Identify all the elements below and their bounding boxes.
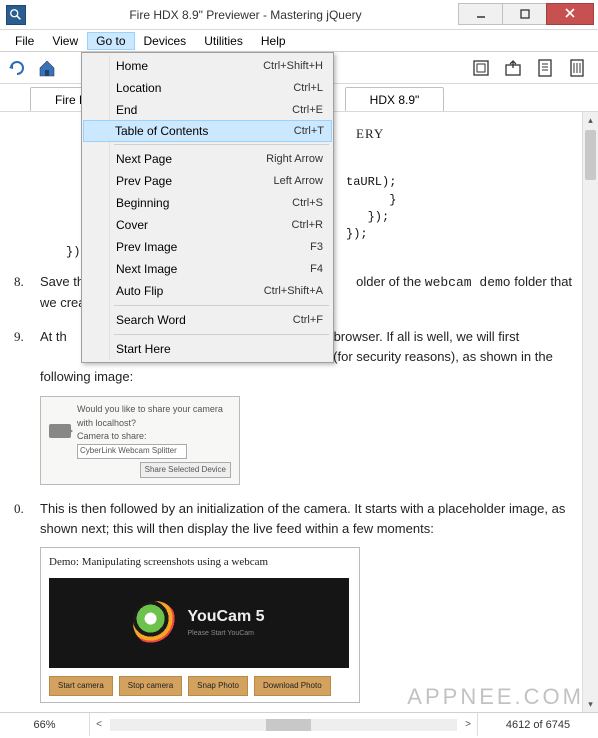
menu-item-next-page[interactable]: Next PageRight Arrow bbox=[84, 148, 331, 170]
menu-separator bbox=[114, 305, 329, 306]
tool-icon-3[interactable] bbox=[532, 56, 558, 80]
menu-devices[interactable]: Devices bbox=[135, 32, 196, 50]
demo-btn: Download Photo bbox=[254, 676, 331, 696]
demo-btn: Snap Photo bbox=[188, 676, 248, 696]
scroll-left-arrow[interactable]: < bbox=[90, 719, 108, 730]
camera-select: CyberLink Webcam Splitter bbox=[77, 444, 187, 458]
zoom-level[interactable]: 66% bbox=[0, 713, 90, 736]
menu-item-next-image[interactable]: Next ImageF4 bbox=[84, 258, 331, 280]
scroll-right-arrow[interactable]: > bbox=[459, 719, 477, 730]
tab-right[interactable]: HDX 8.9" bbox=[345, 87, 445, 111]
menu-item-location[interactable]: LocationCtrl+L bbox=[84, 77, 331, 99]
statusbar: 66% < > 4612 of 6745 bbox=[0, 712, 598, 736]
camera-icon bbox=[49, 424, 71, 438]
undo-button[interactable] bbox=[4, 56, 30, 80]
menu-utilities[interactable]: Utilities bbox=[195, 32, 252, 50]
app-icon bbox=[6, 5, 26, 25]
menu-view[interactable]: View bbox=[43, 32, 87, 50]
menu-item-prev-page[interactable]: Prev PageLeft Arrow bbox=[84, 170, 331, 192]
horizontal-scrollbar[interactable]: < > bbox=[90, 713, 478, 736]
permission-dialog-image: Would you like to share your camera with… bbox=[40, 396, 240, 486]
menu-file[interactable]: File bbox=[6, 32, 43, 50]
scroll-down-arrow[interactable]: ▾ bbox=[583, 696, 598, 712]
menu-item-home[interactable]: HomeCtrl+Shift+H bbox=[84, 55, 331, 77]
scroll-thumb[interactable] bbox=[585, 130, 596, 180]
home-button[interactable] bbox=[34, 56, 60, 80]
menu-item-cover[interactable]: CoverCtrl+R bbox=[84, 214, 331, 236]
share-device-button: Share Selected Device bbox=[140, 462, 231, 478]
tool-icon-4[interactable] bbox=[564, 56, 590, 80]
window-title: Fire HDX 8.9" Previewer - Mastering jQue… bbox=[32, 8, 459, 22]
menu-help[interactable]: Help bbox=[252, 32, 295, 50]
maximize-button[interactable] bbox=[502, 3, 547, 25]
scroll-up-arrow[interactable]: ▴ bbox=[583, 112, 598, 128]
menubar: File View Go to Devices Utilities Help bbox=[0, 30, 598, 52]
menu-item-auto-flip[interactable]: Auto FlipCtrl+Shift+A bbox=[84, 280, 331, 302]
page-heading-frag: ERY bbox=[356, 124, 580, 144]
menu-separator bbox=[114, 334, 329, 335]
window-titlebar: Fire HDX 8.9" Previewer - Mastering jQue… bbox=[0, 0, 598, 30]
demo-image: Demo: Manipulating screenshots using a w… bbox=[40, 547, 360, 702]
page-indicator: 4612 of 6745 bbox=[478, 719, 598, 731]
youcam-logo-icon bbox=[133, 601, 177, 645]
menu-separator bbox=[114, 144, 329, 145]
youcam-placeholder: YouCam 5Please Start YouCam bbox=[49, 578, 349, 668]
hscroll-thumb[interactable] bbox=[266, 719, 311, 731]
list-item: 0. This is then followed by an initializ… bbox=[36, 499, 580, 703]
menu-item-prev-image[interactable]: Prev ImageF3 bbox=[84, 236, 331, 258]
menu-item-start-here[interactable]: Start Here bbox=[84, 338, 331, 360]
menu-item-search-word[interactable]: Search WordCtrl+F bbox=[84, 309, 331, 331]
menu-item-beginning[interactable]: BeginningCtrl+S bbox=[84, 192, 331, 214]
window-buttons bbox=[459, 3, 594, 27]
menu-goto[interactable]: Go to bbox=[87, 32, 134, 50]
menu-item-end[interactable]: EndCtrl+E bbox=[84, 99, 331, 121]
demo-btn: Start camera bbox=[49, 676, 113, 696]
minimize-button[interactable] bbox=[458, 3, 503, 25]
tool-icon-1[interactable] bbox=[468, 56, 494, 80]
demo-btn: Stop camera bbox=[119, 676, 182, 696]
close-button[interactable] bbox=[546, 3, 594, 25]
tool-icon-2[interactable] bbox=[500, 56, 526, 80]
goto-menu: HomeCtrl+Shift+HLocationCtrl+LEndCtrl+ET… bbox=[81, 52, 334, 363]
menu-item-table-of-contents[interactable]: Table of ContentsCtrl+T bbox=[83, 120, 332, 142]
vertical-scrollbar[interactable]: ▴ ▾ bbox=[582, 112, 598, 712]
